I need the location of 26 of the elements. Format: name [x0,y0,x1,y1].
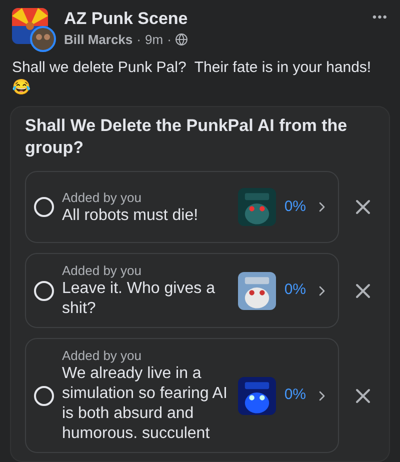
group-name[interactable]: AZ Punk Scene [64,8,372,30]
radio-button[interactable] [34,386,54,406]
option-label: All robots must die! [62,206,200,226]
post-emoji: 😂 [11,78,32,98]
added-by-label: Added by you [62,347,143,364]
vote-percent: 0% [284,280,306,300]
author-name[interactable]: Bill Marcks [64,30,133,50]
post-time[interactable]: 9m [145,30,164,50]
option-label: We already live in a simulation so fearing AI is both absurd and humorous. succulent [62,364,228,444]
user-avatar[interactable] [30,26,56,52]
vote-percent: 0% [284,196,306,217]
option-label: Leave it. Who gives a shit? [62,279,216,319]
radio-button[interactable] [34,280,54,300]
globe-icon [175,33,188,46]
separator-dot: · [136,31,141,49]
poll-option[interactable]: Added by you All robots must die! 0% [25,171,339,243]
added-by-label: Added by you [62,188,143,206]
post-text: Shall we delete Punk Pal? Their fate is in your hands! [11,58,372,78]
vote-percent: 0% [284,385,306,406]
added-by-label: Added by you [62,262,143,279]
more-button[interactable]: ••• [372,8,388,26]
poll-option[interactable]: Added by you We already live in a simulation so fearing AI is both absurd and humorous. succulent 0% [25,338,339,453]
poll-title: Shall We Delete the PunkPal AI from the group? [25,115,348,159]
radio-button[interactable] [34,197,54,217]
poll-option[interactable]: Added by you Leave it. Who gives a shit? 0% [25,253,339,328]
separator-dot: · [167,31,172,49]
